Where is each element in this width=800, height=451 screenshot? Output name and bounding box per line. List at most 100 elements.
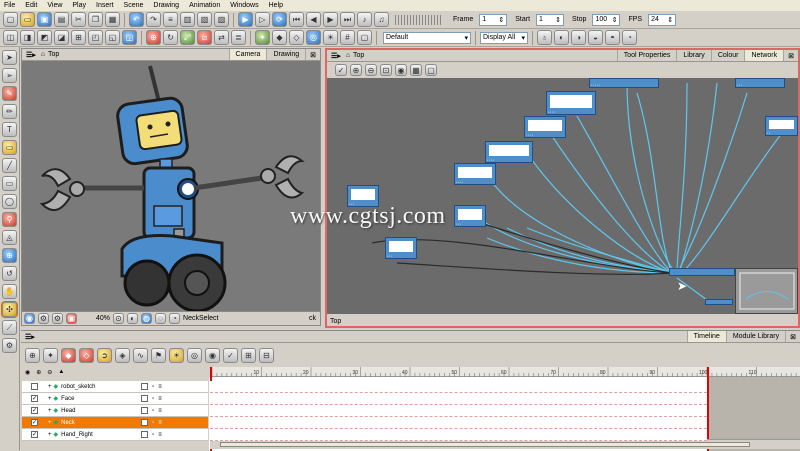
flag-icon[interactable]: ⚑ (151, 347, 166, 363)
layer-lock-check[interactable] (141, 407, 149, 414)
display-node[interactable] (705, 299, 733, 305)
first-frame-icon[interactable]: ⏮ (289, 12, 304, 27)
bone-icon[interactable]: ⟋ (2, 320, 17, 335)
layer-header-up-icon[interactable]: ▲ (58, 369, 64, 375)
lock-icon[interactable]: ▫ (152, 384, 154, 390)
layer-expand-icon[interactable]: + (48, 408, 52, 414)
scene-icon[interactable]: ▥ (180, 12, 195, 27)
peg-icon[interactable]: ✦ (255, 30, 270, 45)
globe-icon[interactable]: ◍ (141, 313, 153, 324)
reset-view-icon[interactable]: ◉ (24, 313, 35, 324)
select-arrow-icon[interactable]: ➤ (2, 50, 17, 65)
tool-e-icon[interactable]: ⊞ (71, 30, 86, 45)
tab-colour[interactable]: Colour (710, 50, 745, 61)
menu-animation[interactable]: Animation (189, 2, 220, 9)
layer-check[interactable]: ✓ (31, 407, 38, 414)
expand-icon[interactable]: ⊞ (241, 347, 256, 363)
flip-icon[interactable]: ⇄ (214, 30, 229, 45)
layer-row[interactable]: ✓ + ◆ Face ▫ ≡ (22, 393, 208, 405)
network-node[interactable]: ▪ ▪ ▪ (735, 78, 785, 88)
tool-f-icon[interactable]: ◰ (88, 30, 103, 45)
scroll-thumb[interactable] (220, 442, 750, 447)
brush-icon[interactable]: ✎ (2, 86, 17, 101)
tool-h-icon[interactable]: ◲ (122, 30, 137, 45)
skew-icon[interactable]: ⧄ (197, 30, 212, 45)
paint-bucket-icon[interactable]: ◬ (2, 230, 17, 245)
eraser-icon[interactable]: ▭ (2, 140, 17, 155)
zoom-icon[interactable]: ⊕ (2, 248, 17, 263)
start-field[interactable]: 1 ⇕ (536, 13, 565, 26)
layer-menu-icon[interactable]: ≡ (158, 432, 162, 438)
open-icon[interactable]: ▭ (20, 12, 35, 27)
menu-insert[interactable]: Insert (96, 2, 114, 9)
tab-network[interactable]: Network (744, 50, 784, 61)
line-icon[interactable]: ╱ (2, 158, 17, 173)
lock-icon[interactable]: ▫ (152, 432, 154, 438)
stop-motion-icon[interactable]: ◈ (115, 347, 130, 363)
play-icon[interactable]: ▶ (238, 12, 253, 27)
layer-expand-icon[interactable]: + (48, 420, 52, 426)
layer-menu-icon[interactable]: ≡ (158, 420, 162, 426)
lock-icon[interactable]: ▫ (152, 420, 154, 426)
close-icon[interactable]: ⊠ (785, 331, 800, 342)
layer-lock-check[interactable] (141, 395, 149, 402)
onion-icon[interactable]: ◎ (306, 30, 321, 45)
menu-view[interactable]: View (47, 2, 62, 9)
collapse-icon[interactable]: ⊟ (259, 347, 274, 363)
light-table-icon[interactable]: ☀ (323, 30, 338, 45)
zoom-in-icon[interactable]: ⊕ (350, 64, 362, 76)
network-navigator[interactable] (735, 268, 798, 314)
remove-keyframe-icon[interactable]: ◇ (79, 347, 94, 363)
ellipse-icon[interactable]: ◯ (2, 194, 17, 209)
network-node[interactable]: ▪ ▪ ▪ ▪ ▪ (589, 78, 659, 88)
close-icon[interactable]: ⊠ (783, 50, 798, 61)
fps-field[interactable]: 24 ⇕ (648, 13, 677, 26)
tab-tool-properties[interactable]: Tool Properties (616, 50, 677, 61)
track-row[interactable] (210, 381, 707, 393)
layer-lock-check[interactable] (141, 383, 149, 390)
close-icon[interactable]: ⊠ (305, 49, 320, 60)
fill-icon[interactable]: ◒ (588, 30, 603, 45)
layer-row[interactable]: ✓ + ◆ Hand_Right ▫ ≡ (22, 429, 208, 441)
ink-icon[interactable]: ◐ (554, 30, 569, 45)
contour-editor-icon[interactable]: ➢ (2, 68, 17, 83)
layer-menu-icon[interactable]: ≡ (158, 384, 162, 390)
new-icon[interactable]: ▢ (3, 12, 18, 27)
add-peg-icon[interactable]: ✦ (43, 347, 58, 363)
paste-icon[interactable]: ▦ (105, 12, 120, 27)
add-drawing-icon[interactable]: ⊕ (25, 347, 40, 363)
prev-frame-icon[interactable]: ◀ (306, 12, 321, 27)
motion-icon[interactable]: ➲ (97, 347, 112, 363)
loop-icon[interactable]: ⟳ (272, 12, 287, 27)
library-icon[interactable]: ▧ (197, 12, 212, 27)
camera-canvas[interactable] (22, 61, 320, 311)
onion-skin-icon[interactable]: ◎ (187, 347, 202, 363)
zoom-level[interactable]: 40% (96, 315, 110, 322)
lock-icon[interactable]: ▫ (152, 408, 154, 414)
network-node[interactable]: ▪ ▪ (765, 116, 798, 136)
panel-menu-icon[interactable]: ☰▸ (26, 51, 36, 59)
tool-d-icon[interactable]: ◪ (54, 30, 69, 45)
keyframe-icon[interactable]: ◇ (289, 30, 304, 45)
layer-expand-icon[interactable]: + (48, 396, 52, 402)
transform-tool-icon[interactable]: ✣ (1, 301, 18, 318)
layer-lock-check[interactable] (141, 431, 149, 438)
layer-header-del-icon[interactable]: ⊖ (47, 369, 52, 376)
rectangle-icon[interactable]: ▭ (2, 176, 17, 191)
sound-icon[interactable]: ♪ (357, 12, 372, 27)
playback-speed-slider[interactable] (395, 14, 441, 25)
stop-field[interactable]: 100 ⇕ (592, 13, 621, 26)
track-row[interactable] (210, 429, 707, 441)
align-icon[interactable]: ≣ (231, 30, 246, 45)
tab-drawing[interactable]: Drawing (266, 49, 305, 60)
safe-area-icon[interactable]: ▢ (357, 30, 372, 45)
texture-icon[interactable]: ◔ (622, 30, 637, 45)
morph-icon[interactable]: ◆ (272, 30, 287, 45)
ungroup-icon[interactable]: ▢ (425, 64, 437, 76)
save-icon[interactable]: ▣ (37, 12, 52, 27)
render-icon[interactable]: ▨ (214, 12, 229, 27)
tab-camera[interactable]: Camera (228, 49, 267, 60)
check-icon[interactable]: ✓ (223, 347, 238, 363)
zoom-out-icon[interactable]: ⊖ (365, 64, 377, 76)
network-node[interactable]: ▪ ▪ ▪ ▪ (546, 91, 596, 115)
